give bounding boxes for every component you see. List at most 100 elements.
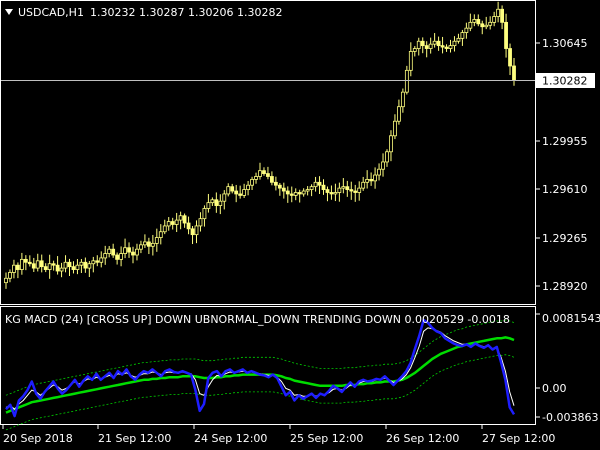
candle-body: [500, 8, 504, 23]
candle-body: [512, 65, 516, 81]
candle-body: [353, 190, 358, 193]
current-price-tag: 1.30282: [536, 73, 595, 88]
candle-body: [99, 257, 104, 263]
candle-body: [377, 168, 381, 176]
candle-body: [103, 253, 108, 259]
time-tick-label: 24 Sep 12:00: [194, 432, 267, 445]
candle-body: [273, 181, 278, 186]
candle-body: [381, 161, 385, 170]
ohlc-readout: 1.30232 1.30287 1.30206 1.30282: [90, 6, 282, 19]
candle-body: [345, 186, 350, 190]
candle-body: [480, 23, 485, 28]
candle-body: [230, 186, 235, 192]
candle-body: [448, 45, 453, 49]
indicator-tick-label: 0.0081543: [542, 312, 600, 325]
candle-body: [341, 186, 346, 189]
candle-body: [198, 218, 203, 227]
candle-body: [75, 264, 80, 270]
current-price-label: 1.30282: [542, 75, 588, 88]
candle-body: [337, 187, 342, 193]
candle-body: [333, 192, 338, 195]
main-panel-frame: [0, 0, 536, 305]
time-tick-label: 20 Sep 2018: [3, 432, 73, 445]
candle-body: [47, 263, 52, 270]
price-tick-label: 1.29955: [542, 135, 588, 148]
candle-body: [309, 186, 314, 190]
candle-body: [79, 261, 84, 266]
candle-body: [226, 186, 231, 195]
candle-body: [397, 106, 401, 122]
candle-body: [16, 264, 20, 270]
symbol-dropdown-icon[interactable]: [5, 9, 13, 15]
candle-body: [250, 179, 254, 186]
candle-body: [234, 190, 239, 195]
candle-body: [83, 261, 88, 269]
candle-body: [150, 242, 155, 247]
candle-body: [190, 228, 195, 236]
candle-body: [393, 120, 397, 137]
candle-body: [476, 19, 481, 25]
candle-body: [43, 266, 48, 270]
candle-body: [186, 222, 191, 230]
candle-body: [420, 40, 425, 47]
time-tick-label: 26 Sep 12:00: [386, 432, 459, 445]
candle-body: [55, 264, 60, 272]
candle-body: [254, 176, 258, 180]
candle-body: [154, 237, 159, 244]
candle-body: [373, 174, 377, 182]
candle-body: [19, 258, 24, 270]
candle-body: [428, 43, 433, 49]
candle-body: [496, 8, 501, 17]
candle-body: [222, 193, 227, 202]
candle-body: [400, 91, 405, 108]
candle-body: [472, 19, 477, 23]
candle-body: [258, 170, 262, 177]
candle-body: [424, 45, 429, 49]
candle-body: [329, 192, 334, 195]
candle-body: [464, 27, 469, 33]
candle-body: [87, 263, 92, 269]
candle-body: [408, 51, 413, 71]
candle-body: [289, 193, 294, 196]
candle-body: [270, 176, 274, 183]
indicator-plot: [5, 318, 516, 431]
candle-body: [266, 173, 270, 177]
candle-body: [484, 24, 489, 28]
indicator-tick-label: 0.00: [542, 382, 567, 395]
candle-body: [416, 40, 421, 49]
candle-body: [349, 189, 354, 192]
candle-body: [63, 261, 68, 269]
candle-body: [321, 184, 326, 190]
candle-body: [210, 199, 215, 204]
candle-body: [246, 184, 250, 190]
time-axis: 20 Sep 2018 21 Sep 12:00 24 Sep 12:00 25…: [2, 425, 555, 445]
candle-body: [293, 192, 298, 196]
candle-body: [432, 40, 437, 45]
candle-body: [404, 69, 409, 93]
candle-body: [194, 225, 199, 236]
candle-body: [59, 267, 64, 272]
candle-body: [452, 40, 457, 47]
symbol-label[interactable]: USDCAD,H1: [18, 6, 84, 19]
candle-body: [206, 202, 211, 209]
candle-body: [468, 21, 473, 29]
candle-body: [412, 48, 417, 52]
candle-body: [23, 258, 28, 263]
candle-body: [139, 244, 143, 250]
candle-body: [218, 200, 223, 206]
candle-body: [51, 263, 56, 266]
candle-body: [460, 32, 465, 39]
candle-body: [262, 170, 266, 174]
candle-body: [166, 221, 171, 227]
candle-body: [361, 181, 366, 189]
candle-body: [4, 277, 8, 284]
candle-body: [31, 263, 36, 269]
price-tick-label: 1.30645: [542, 37, 588, 50]
chart-window: USDCAD,H1 1.30232 1.30287 1.30206 1.3028…: [0, 0, 600, 445]
candle-body: [182, 215, 187, 224]
candle-body: [301, 190, 306, 195]
candle-body: [389, 135, 393, 153]
candle-body: [170, 221, 175, 225]
candle-body: [325, 189, 330, 193]
candle-body: [508, 48, 512, 67]
